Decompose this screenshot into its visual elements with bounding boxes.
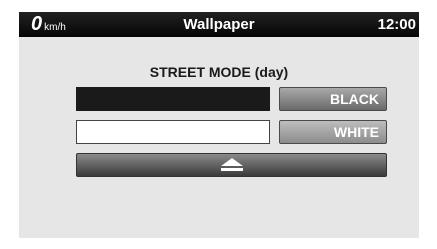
close-panel-button[interactable] (76, 153, 387, 177)
page-title: Wallpaper (183, 16, 255, 33)
mode-label: STREET MODE (day) (149, 64, 289, 80)
wallpaper-screen: 0 km/h Wallpaper 12:00 STREET MODE (day)… (19, 12, 419, 238)
white-wallpaper-button[interactable]: WHITE (279, 120, 387, 144)
black-wallpaper-button[interactable]: BLACK (279, 87, 387, 111)
clock: 12:00 (377, 16, 416, 33)
eject-icon (220, 158, 243, 171)
black-swatch-preview (76, 87, 270, 111)
white-swatch-preview (76, 120, 270, 144)
status-bar: 0 km/h Wallpaper 12:00 (19, 12, 419, 37)
